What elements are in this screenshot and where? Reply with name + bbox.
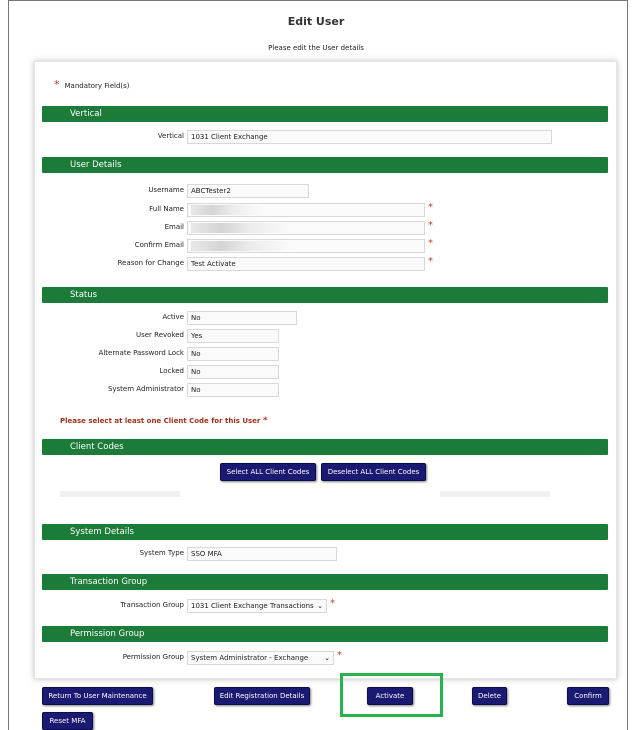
section-header-vertical: Vertical [42,106,608,122]
confirm-button[interactable]: Confirm [567,687,609,705]
system-administrator-field[interactable]: No [187,383,279,397]
reset-mfa-button[interactable]: Reset MFA [42,712,93,730]
email-label: Email [164,223,184,231]
alt-password-lock-label: Alternate Password Lock [98,349,184,357]
client-code-warning-text: Please select at least one Client Code f… [60,417,261,425]
chevron-down-icon: ⌄ [324,654,330,662]
username-label: Username [148,186,184,194]
client-code-list-placeholder [440,491,550,497]
full-name-field[interactable] [187,203,425,217]
edit-registration-details-button[interactable]: Edit Registration Details [214,687,310,705]
confirm-email-label: Confirm Email [134,241,184,249]
required-icon: * [54,78,60,91]
return-to-user-maintenance-button[interactable]: Return To User Maintenance [42,687,153,705]
required-icon: * [262,416,268,426]
chevron-down-icon: ⌄ [317,602,323,610]
transaction-group-label: Transaction Group [120,601,184,609]
transaction-group-value: 1031 Client Exchange Transactions [191,602,314,610]
full-name-label: Full Name [149,205,184,213]
required-icon: * [428,238,433,249]
required-icon: * [428,256,433,267]
deselect-all-client-codes-button[interactable]: Deselect ALL Client Codes [321,463,426,481]
email-field[interactable] [187,221,425,235]
alt-password-lock-field[interactable]: No [187,347,279,361]
section-header-system-details: System Details [42,524,608,540]
permission-group-value: System Administrator - Exchange [191,654,309,662]
locked-label: Locked [159,367,184,375]
permission-group-label: Permission Group [122,653,184,661]
username-field[interactable]: ABCTester2 [187,184,309,198]
transaction-group-select[interactable]: 1031 Client Exchange Transactions ⌄ [187,599,327,613]
section-header-status: Status [42,287,608,303]
confirm-email-field[interactable] [187,239,425,253]
required-icon: * [428,220,433,231]
activate-highlight-box [340,673,443,717]
user-revoked-label: User Revoked [135,331,184,339]
redacted-value [191,205,261,215]
section-header-permission-group: Permission Group [42,626,608,642]
mandatory-note: * Mandatory Field(s) [54,78,130,91]
mandatory-label: Mandatory Field(s) [64,82,130,90]
client-code-warning: Please select at least one Client Code f… [60,416,268,426]
page-title: Edit User [287,15,345,28]
vertical-label: Vertical [157,132,184,140]
system-type-label: System Type [139,549,184,557]
required-icon: * [428,202,433,213]
delete-button[interactable]: Delete [472,687,507,705]
user-revoked-field[interactable]: Yes [187,329,279,343]
redacted-value [191,241,291,251]
reason-label: Reason for Change [117,259,184,267]
active-field[interactable]: No [187,311,297,325]
required-icon: * [330,598,335,609]
system-type-field[interactable]: SSO MFA [187,547,337,561]
locked-field[interactable]: No [187,365,279,379]
redacted-value [191,223,291,233]
required-icon: * [337,650,342,661]
reason-field[interactable]: Test Activate [187,257,425,271]
client-code-list-placeholder [60,491,180,497]
vertical-field[interactable]: 1031 Client Exchange [187,130,552,144]
page-subtitle: Please edit the User details [268,44,364,52]
section-header-transaction-group: Transaction Group [42,574,608,590]
select-all-client-codes-button[interactable]: Select ALL Client Codes [220,463,316,481]
active-label: Active [162,313,184,321]
section-header-client-codes: Client Codes [42,439,608,455]
section-header-user-details: User Details [42,157,608,173]
system-administrator-label: System Administrator [107,385,184,393]
permission-group-select[interactable]: System Administrator - Exchange ⌄ [187,651,334,665]
